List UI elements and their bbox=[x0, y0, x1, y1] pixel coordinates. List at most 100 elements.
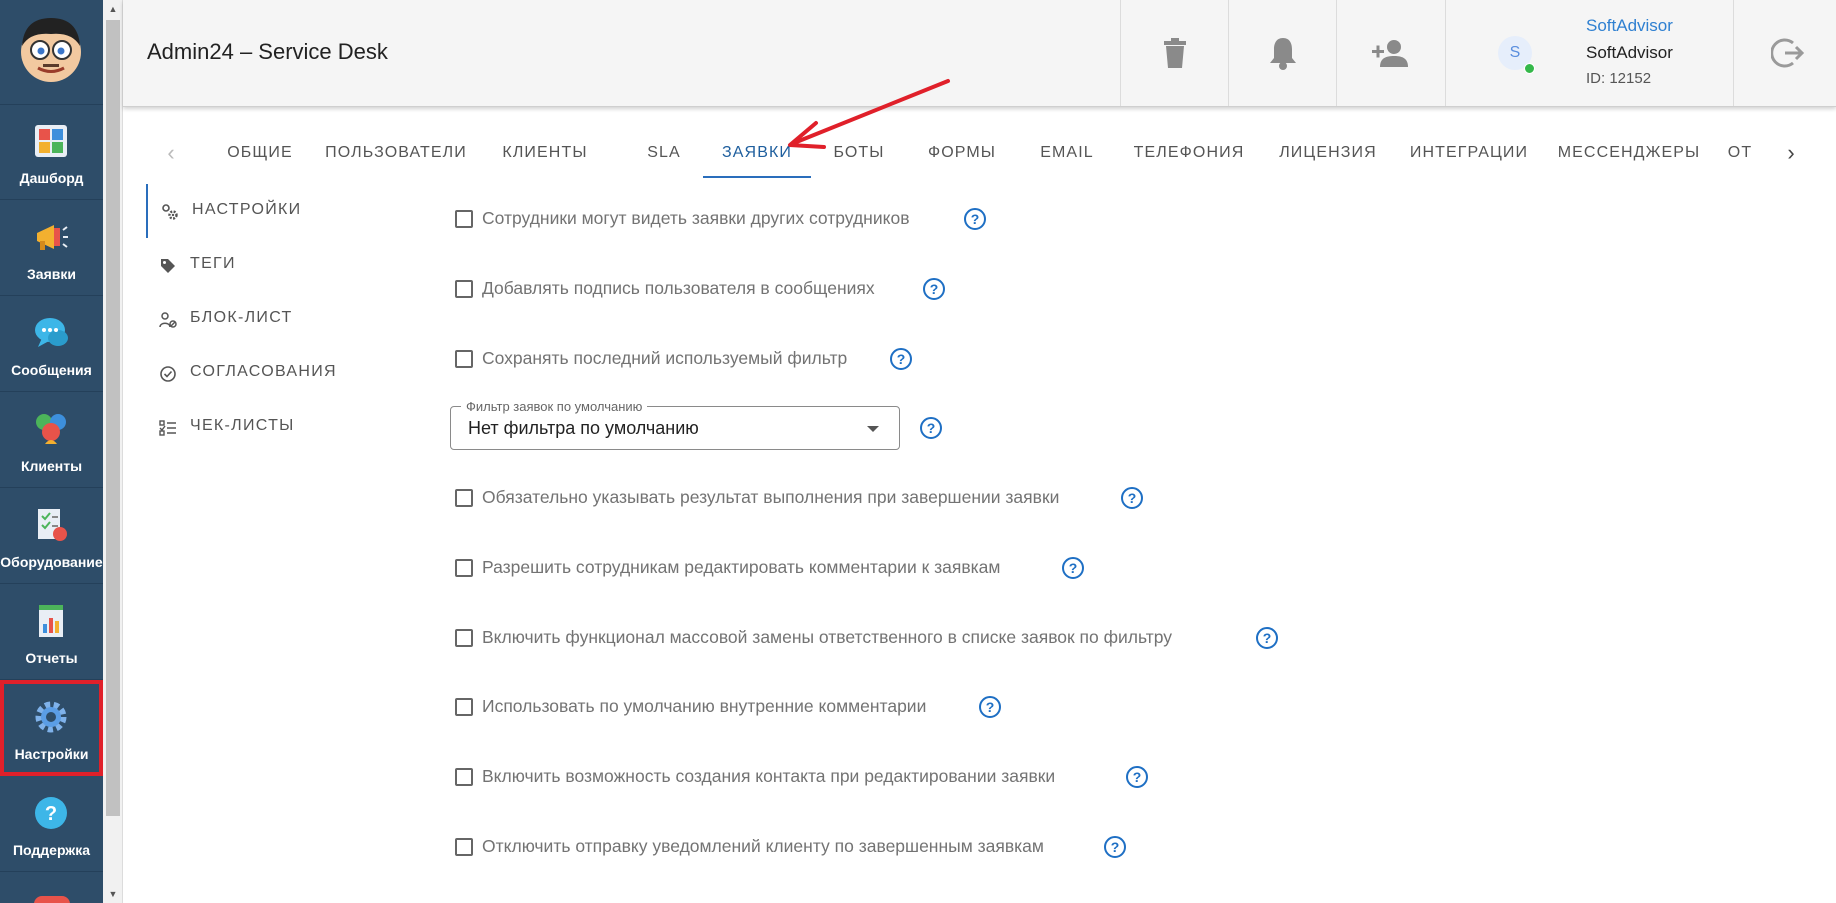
tabs-scroll-left-icon[interactable]: ‹ bbox=[156, 130, 186, 178]
checklist-icon bbox=[159, 420, 176, 436]
tab-clients[interactable]: КЛИЕНТЫ bbox=[480, 130, 610, 178]
tab-email[interactable]: EMAIL bbox=[1017, 130, 1117, 178]
help-icon[interactable]: ? bbox=[963, 207, 987, 231]
checkbox[interactable] bbox=[455, 698, 473, 716]
checkbox[interactable] bbox=[455, 559, 473, 577]
equipment-icon bbox=[38, 509, 67, 541]
online-status-dot bbox=[1524, 63, 1535, 74]
tab-integrations[interactable]: ИНТЕГРАЦИИ bbox=[1395, 130, 1543, 178]
scrollbar-thumb[interactable] bbox=[106, 20, 120, 816]
settings-tabs: ‹ ОБЩИЕ ПОЛЬЗОВАТЕЛИ КЛИЕНТЫ SLA ЗАЯВКИ … bbox=[146, 130, 1806, 178]
tab-partial[interactable]: ОТ bbox=[1715, 130, 1765, 178]
nav-item-settings[interactable]: Настройки bbox=[0, 680, 103, 776]
default-filter-value: Нет фильтра по умолчанию bbox=[468, 418, 699, 438]
avatar-logo-icon bbox=[21, 18, 81, 82]
tab-messengers[interactable]: МЕССЕНДЖЕРЫ bbox=[1543, 130, 1715, 178]
nav-item-messages[interactable]: Сообщения bbox=[0, 296, 103, 392]
help-icon[interactable]: ? bbox=[1120, 486, 1144, 510]
scroll-up-arrow-icon[interactable]: ▲ bbox=[103, 0, 123, 18]
tab-sla[interactable]: SLA bbox=[610, 130, 718, 178]
tabs-scroll-right-icon[interactable]: › bbox=[1776, 130, 1806, 178]
help-icon[interactable]: ? bbox=[1061, 556, 1085, 580]
logout-icon bbox=[1770, 38, 1804, 68]
svg-text:?: ? bbox=[1263, 630, 1272, 646]
option-label: Сотрудники могут видеть заявки других со… bbox=[482, 208, 910, 228]
clients-icon bbox=[36, 414, 66, 444]
option-label: Включить функционал массовой замены отве… bbox=[482, 627, 1173, 647]
svg-text:?: ? bbox=[1111, 839, 1120, 855]
check-circle-icon bbox=[160, 366, 176, 382]
help-icon[interactable]: ? bbox=[922, 277, 946, 301]
trash-button[interactable] bbox=[1120, 0, 1228, 106]
submenu-item-tags[interactable]: ТЕГИ bbox=[146, 238, 396, 292]
caret-down-icon[interactable] bbox=[867, 426, 879, 432]
trash-icon bbox=[1163, 38, 1186, 68]
nav-item-support[interactable]: ? Поддержка bbox=[0, 776, 103, 872]
nav-item-equipment[interactable]: Оборудование bbox=[0, 488, 103, 584]
svg-text:?: ? bbox=[971, 211, 980, 227]
nav-item-clients[interactable]: Клиенты bbox=[0, 392, 103, 488]
checkbox[interactable] bbox=[455, 350, 473, 368]
submenu-item-checklists[interactable]: ЧЕК-ЛИСТЫ bbox=[146, 400, 396, 454]
checkbox[interactable] bbox=[455, 768, 473, 786]
dashboard-icon bbox=[35, 125, 67, 157]
checkbox[interactable] bbox=[455, 210, 473, 228]
help-icon[interactable]: ? bbox=[889, 347, 913, 371]
sidebar-scrollbar[interactable]: ▲ ▼ bbox=[103, 0, 123, 903]
option-label: Разрешить сотрудникам редактировать комм… bbox=[482, 557, 1001, 577]
svg-text:?: ? bbox=[927, 420, 936, 436]
svg-text:?: ? bbox=[930, 281, 939, 297]
option-label: Включить возможность создания контакта п… bbox=[482, 766, 1056, 786]
checkbox[interactable] bbox=[455, 280, 473, 298]
help-icon[interactable]: ? bbox=[1125, 765, 1149, 789]
checkbox[interactable] bbox=[455, 489, 473, 507]
submenu-item-blocklist[interactable]: БЛОК-ЛИСТ bbox=[146, 292, 396, 346]
checkbox[interactable] bbox=[455, 629, 473, 647]
nav-label: Оборудование bbox=[0, 554, 103, 570]
help-icon[interactable]: ? bbox=[1103, 835, 1127, 859]
add-user-icon bbox=[1371, 40, 1408, 67]
report-icon bbox=[39, 605, 63, 637]
user-name: SoftAdvisor bbox=[1586, 43, 1673, 62]
submenu-label: ТЕГИ bbox=[190, 255, 236, 272]
nav-label: Сообщения bbox=[11, 362, 92, 378]
bell-icon bbox=[1269, 38, 1296, 70]
user-block-icon bbox=[159, 312, 177, 328]
nav-item-reports[interactable]: Отчеты bbox=[0, 584, 103, 680]
help-icon[interactable]: ? bbox=[919, 416, 943, 440]
question-icon: ? bbox=[35, 797, 67, 829]
tab-general[interactable]: ОБЩИЕ bbox=[208, 130, 312, 178]
option-label: Обязательно указывать результат выполнен… bbox=[482, 487, 1060, 507]
submenu-label: СОГЛАСОВАНИЯ bbox=[190, 363, 337, 380]
help-icon[interactable]: ? bbox=[1255, 626, 1279, 650]
scroll-down-arrow-icon[interactable]: ▼ bbox=[103, 885, 123, 903]
user-profile-link[interactable]: SoftAdvisor bbox=[1586, 16, 1673, 36]
user-id: ID: 12152 bbox=[1586, 70, 1652, 87]
submenu-item-settings[interactable]: НАСТРОЙКИ bbox=[146, 184, 396, 238]
default-filter-label: Фильтр заявок по умолчанию bbox=[461, 399, 648, 414]
user-profile[interactable]: S SoftAdvisor SoftAdvisor ID: 12152 bbox=[1445, 0, 1733, 106]
notifications-button[interactable] bbox=[1228, 0, 1336, 106]
megaphone-icon bbox=[37, 225, 68, 250]
nav-item-dashboard[interactable]: Дашборд bbox=[0, 104, 103, 200]
add-user-button[interactable] bbox=[1336, 0, 1444, 106]
nav-next-item-partial bbox=[34, 896, 70, 903]
tab-users[interactable]: ПОЛЬЗОВАТЕЛИ bbox=[312, 130, 480, 178]
option-label: Использовать по умолчанию внутренние ком… bbox=[482, 696, 927, 716]
help-icon[interactable]: ? bbox=[978, 695, 1002, 719]
default-filter-select[interactable]: Фильтр заявок по умолчанию Нет фильтра п… bbox=[450, 399, 900, 450]
gear-icon bbox=[35, 701, 67, 733]
app-logo[interactable] bbox=[0, 0, 103, 105]
option-label: Сохранять последний используемый фильтр bbox=[482, 348, 848, 368]
logout-button[interactable] bbox=[1733, 0, 1836, 106]
nav-item-tickets[interactable]: Заявки bbox=[0, 200, 103, 296]
app-title: Admin24 – Service Desk bbox=[147, 39, 388, 64]
svg-text:?: ? bbox=[897, 351, 906, 367]
tab-telephony[interactable]: ТЕЛЕФОНИЯ bbox=[1117, 130, 1261, 178]
submenu-item-approvals[interactable]: СОГЛАСОВАНИЯ bbox=[146, 346, 396, 400]
sidebar-nav: Дашборд Заявки Сообщения Клиенты Оборудо… bbox=[0, 0, 103, 903]
checkbox[interactable] bbox=[455, 838, 473, 856]
submenu-label: БЛОК-ЛИСТ bbox=[190, 309, 293, 326]
tab-license[interactable]: ЛИЦЕНЗИЯ bbox=[1261, 130, 1395, 178]
svg-text:?: ? bbox=[986, 699, 995, 715]
